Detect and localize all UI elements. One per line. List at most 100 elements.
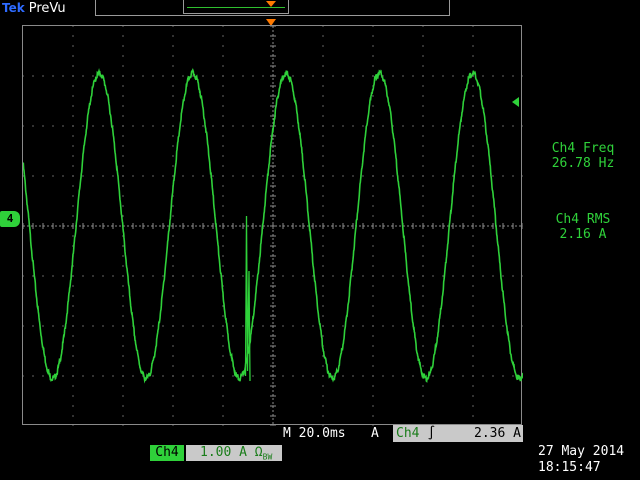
graticule-dot — [372, 95, 374, 97]
graticule-dot — [232, 325, 234, 327]
graticule-dot — [202, 75, 204, 77]
graticule-dot — [432, 175, 434, 177]
graticule-dot — [222, 325, 224, 327]
graticule-dot — [442, 125, 444, 127]
graticule-dot — [262, 375, 264, 377]
graticule-dot — [72, 415, 74, 417]
graticule-dot — [72, 215, 74, 217]
graticule-dot — [172, 325, 174, 327]
graticule-dot — [422, 26, 424, 27]
graticule-dot — [322, 365, 324, 367]
graticule-dot — [23, 175, 24, 177]
graticule-dot — [192, 275, 194, 277]
measurement-freq: Ch4 Freq 26.78 Hz — [538, 141, 628, 171]
graticule-dot — [72, 205, 74, 207]
trigger-readout[interactable]: Ch4 ∫ 2.36 A — [393, 425, 523, 442]
graticule-dot — [372, 265, 374, 267]
graticule-dot — [322, 275, 324, 277]
graticule-dot — [242, 75, 244, 77]
graticule-dot — [72, 185, 74, 187]
graticule-dot — [32, 275, 34, 277]
graticule-dot — [72, 275, 74, 277]
graticule-dot — [72, 315, 74, 317]
graticule-dot — [372, 295, 374, 297]
graticule-dot — [472, 205, 474, 207]
ch4-label[interactable]: Ch4 — [150, 445, 184, 461]
graticule-dot — [122, 205, 124, 207]
graticule-dot — [472, 275, 474, 277]
graticule-dot — [422, 55, 424, 57]
graticule-dot — [23, 275, 24, 277]
graticule-dot — [492, 75, 494, 77]
graticule-dot — [62, 125, 64, 127]
graticule-dot — [122, 115, 124, 117]
graticule-dot — [222, 375, 224, 377]
graticule-dot — [142, 175, 144, 177]
graticule-dot — [72, 395, 74, 397]
graticule-dot — [282, 375, 284, 377]
graticule-dot — [122, 135, 124, 137]
graticule-dot — [172, 345, 174, 347]
ch4-vertical-scale[interactable]: 1.00 A ΩBW — [186, 445, 282, 462]
graticule-dot — [322, 305, 324, 307]
graticule-dot — [472, 385, 474, 387]
graticule-dot — [492, 125, 494, 127]
graticule-dot — [422, 415, 424, 417]
graticule-dot — [422, 315, 424, 317]
graticule-dot — [122, 395, 124, 397]
graticule-dot — [332, 75, 334, 77]
graticule-dot — [122, 195, 124, 197]
graticule-dot — [222, 265, 224, 267]
graticule-dot — [82, 375, 84, 377]
graticule-dot — [172, 365, 174, 367]
graticule-dot — [442, 325, 444, 327]
graticule-dot — [242, 275, 244, 277]
graticule-dot — [122, 385, 124, 387]
graticule-dot — [372, 355, 374, 357]
waveform-display[interactable] — [22, 25, 523, 426]
graticule-dot — [402, 75, 404, 77]
graticule-dot — [52, 75, 54, 77]
graticule-dot — [352, 375, 354, 377]
graticule-dot — [72, 365, 74, 367]
graticule-dot — [112, 275, 114, 277]
graticule-dot — [222, 115, 224, 117]
graticule-dot — [222, 415, 224, 417]
graticule-dot — [422, 175, 424, 177]
graticule-dot — [102, 125, 104, 127]
graticule-dot — [512, 325, 514, 327]
graticule-dot — [162, 175, 164, 177]
graticule-dot — [242, 375, 244, 377]
ch4-ground-marker[interactable]: 4 — [0, 211, 20, 227]
graticule-dot — [512, 75, 514, 77]
graticule-dot — [422, 275, 424, 277]
graticule-dot — [402, 325, 404, 327]
graticule-dot — [322, 215, 324, 217]
graticule-dot — [122, 35, 124, 37]
graticule-dot — [222, 145, 224, 147]
graticule-dot — [432, 125, 434, 127]
graticule-dot — [192, 375, 194, 377]
graticule-dot — [152, 325, 154, 327]
graticule-dot — [372, 335, 374, 337]
graticule-dot — [472, 255, 474, 257]
graticule-dot — [332, 275, 334, 277]
graticule-dot — [282, 175, 284, 177]
graticule-dot — [372, 285, 374, 287]
graticule-dot — [422, 285, 424, 287]
graticule-dot — [472, 175, 474, 177]
graticule-dot — [72, 425, 74, 426]
graticule-dot — [512, 125, 514, 127]
graticule-dot — [322, 295, 324, 297]
graticule-dot — [482, 375, 484, 377]
graticule-dot — [122, 355, 124, 357]
graticule-dot — [62, 325, 64, 327]
graticule-dot — [332, 125, 334, 127]
graticule-dot — [472, 215, 474, 217]
graticule-dot — [322, 265, 324, 267]
trigger-level-marker-icon[interactable] — [512, 97, 519, 107]
graticule-dot — [72, 385, 74, 387]
graticule-dot — [372, 26, 374, 27]
graticule-dot — [472, 355, 474, 357]
graticule-dot — [372, 415, 374, 417]
